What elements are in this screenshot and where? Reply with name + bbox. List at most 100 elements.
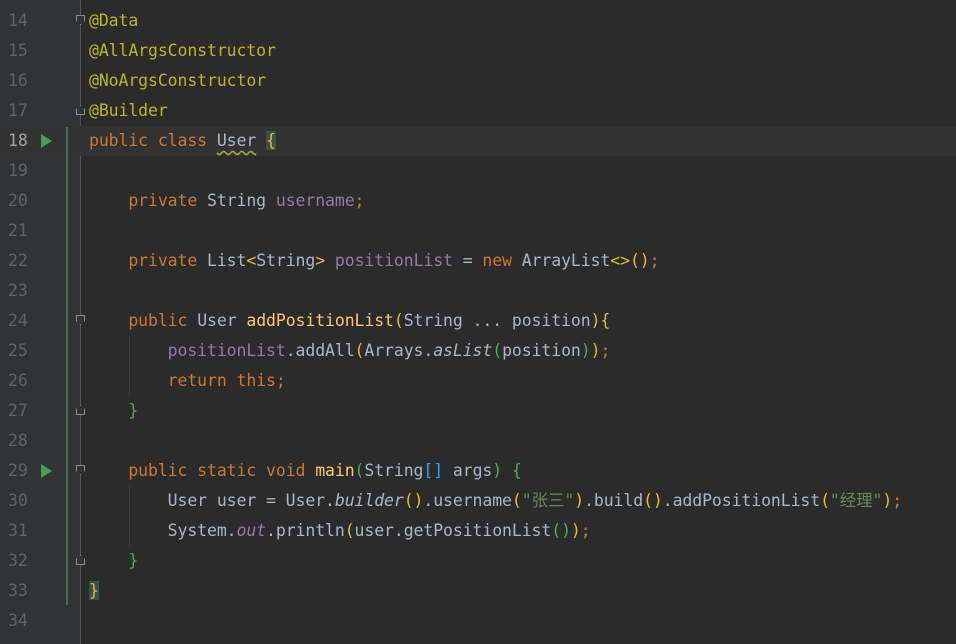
code-text: }	[89, 546, 138, 576]
code-text: User user = User.builder().username("张三"…	[89, 486, 902, 516]
code-line[interactable]: 23	[0, 276, 956, 306]
code-token: main	[315, 461, 354, 480]
code-text: public class User {	[89, 126, 276, 156]
code-token: ;	[355, 191, 365, 210]
run-icon[interactable]	[41, 464, 52, 478]
code-token: <	[246, 251, 256, 270]
code-text: @AllArgsConstructor	[89, 36, 276, 66]
code-token: }	[89, 551, 138, 570]
code-line[interactable]: 33}	[0, 576, 956, 606]
code-token: username	[276, 191, 355, 210]
code-token: user.getPositionList	[355, 521, 552, 540]
line-number: 28	[8, 426, 32, 456]
code-line[interactable]: 17@Builder	[0, 96, 956, 126]
line-number: 31	[8, 516, 32, 546]
line-number: 32	[8, 546, 32, 576]
line-number: 30	[8, 486, 32, 516]
code-token: ()	[643, 491, 663, 510]
code-token: List	[207, 251, 246, 270]
line-number: 14	[8, 6, 32, 36]
code-line[interactable]: 16 @NoArgsConstructor	[0, 66, 956, 96]
code-token: positionList	[89, 341, 286, 360]
code-line[interactable]: 22 private List<String> positionList = n…	[0, 246, 956, 276]
code-token: )	[581, 341, 591, 360]
code-token: position	[502, 341, 581, 360]
code-token	[502, 461, 512, 480]
fold-icon[interactable]	[76, 465, 85, 475]
code-line[interactable]: 15@AllArgsConstructor	[0, 36, 956, 66]
code-text: @Data	[89, 6, 138, 36]
fold-icon[interactable]	[76, 405, 85, 415]
code-line[interactable]: 21	[0, 216, 956, 246]
code-line[interactable]: 14 @Data	[0, 6, 956, 36]
code-token: (	[355, 461, 365, 480]
code-token: Arrays.	[364, 341, 433, 360]
code-token: ;	[581, 521, 591, 540]
code-text: return this;	[89, 366, 286, 396]
code-line[interactable]: 27 }	[0, 396, 956, 426]
code-token: "经理"	[830, 491, 882, 510]
code-line[interactable]: 29 public static void main(String[] args…	[0, 456, 956, 486]
code-text: private List<String> positionList = new …	[89, 246, 659, 276]
code-text: public static void main(String[] args) {	[89, 456, 522, 486]
code-token: private	[89, 251, 207, 270]
code-line[interactable]: 19	[0, 156, 956, 186]
line-number: 20	[8, 186, 32, 216]
code-token: positionList	[325, 251, 453, 270]
fold-icon[interactable]	[76, 105, 85, 115]
code-token: User user = User.	[89, 491, 335, 510]
code-token	[256, 131, 266, 150]
code-text: System.out.println(user.getPositionList(…	[89, 516, 591, 546]
line-number: 26	[8, 366, 32, 396]
code-token: .username	[423, 491, 512, 510]
scope-indicator	[66, 127, 68, 605]
code-line[interactable]: 34	[0, 606, 956, 636]
line-number: 22	[8, 246, 32, 276]
code-line[interactable]: 24 public User addPositionList(String ..…	[0, 306, 956, 336]
code-line[interactable]: 30 User user = User.builder().username("…	[0, 486, 956, 516]
code-token: public static void	[89, 461, 315, 480]
code-token: .addPositionList	[663, 491, 820, 510]
line-number: 19	[8, 156, 32, 186]
fold-icon[interactable]	[76, 315, 85, 325]
code-token: .println	[266, 521, 345, 540]
line-number: 23	[8, 276, 32, 306]
line-number: 33	[8, 576, 32, 606]
code-token: "张三"	[522, 491, 574, 510]
code-token: {	[600, 311, 610, 330]
code-line[interactable]: 32 }	[0, 546, 956, 576]
code-token: .addAll	[286, 341, 355, 360]
fold-icon[interactable]	[76, 15, 85, 25]
code-token: ;	[892, 491, 902, 510]
code-line[interactable]: 25 positionList.addAll(Arrays.asList(pos…	[0, 336, 956, 366]
code-line[interactable]: 28	[0, 426, 956, 456]
code-line[interactable]: 18public class User {	[0, 126, 956, 156]
code-token: ()	[630, 251, 650, 270]
code-line[interactable]: 26 return this;	[0, 366, 956, 396]
code-token: )	[591, 341, 601, 360]
code-text: }	[89, 396, 138, 426]
code-token: String	[256, 251, 315, 270]
code-token: @NoArgsConstructor	[89, 71, 266, 90]
code-token: ()	[551, 521, 571, 540]
code-token: (	[820, 491, 830, 510]
code-token: String	[207, 191, 276, 210]
code-token: User	[197, 311, 246, 330]
code-token: @Builder	[89, 101, 168, 120]
code-token: String	[364, 461, 423, 480]
code-line[interactable]: 31 System.out.println(user.getPositionLi…	[0, 516, 956, 546]
line-number: 29	[8, 456, 32, 486]
code-token: .build	[584, 491, 643, 510]
fold-icon[interactable]	[76, 555, 85, 565]
code-token: )	[591, 311, 601, 330]
code-token: ArrayList	[522, 251, 611, 270]
line-number: 16	[8, 66, 32, 96]
code-token: >	[315, 251, 325, 270]
code-token: return this	[89, 371, 276, 390]
run-icon[interactable]	[41, 134, 52, 148]
code-token: (	[512, 491, 522, 510]
code-token: public class	[89, 131, 217, 150]
line-number: 24	[8, 306, 32, 336]
line-number: 21	[8, 216, 32, 246]
code-line[interactable]: 20 private String username;	[0, 186, 956, 216]
